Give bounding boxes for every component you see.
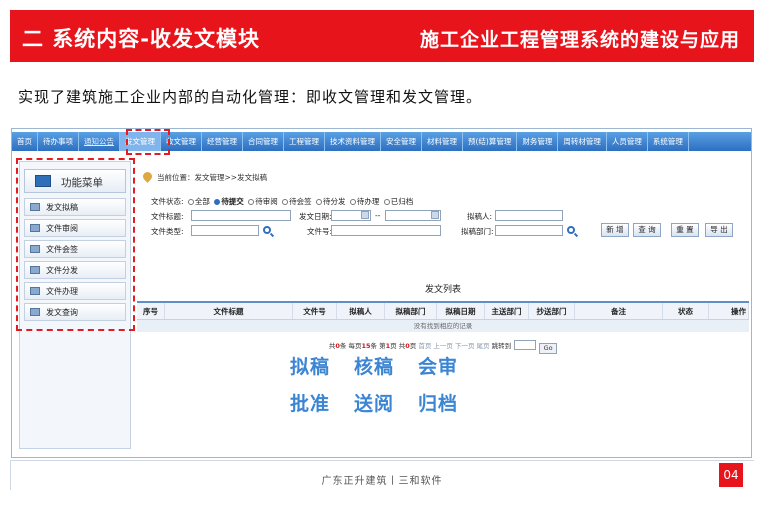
list-title: 发文列表 [424,285,461,295]
menu-item-finance[interactable]: 财务管理 [517,132,559,151]
column-header: 状态 [663,303,709,319]
menu-item-safety[interactable]: 安全管理 [381,132,422,151]
workflow-row: 批准 送阅 归档 [290,389,490,426]
column-header: 备注 [575,303,663,319]
pager-nav-links[interactable]: 首页 上一页 下一页 尾页 [416,342,491,350]
pager-text: 共 [396,342,406,350]
status-radio-pending-submit[interactable] [214,199,221,205]
column-header: 文件号 [293,303,337,319]
query-button[interactable]: 查 询 [633,223,661,237]
breadcrumb-text: 当前位置：发文管理>>发文拟稿 [157,173,268,182]
reset-button[interactable]: 重 置 [671,223,699,237]
pager-jump-label: 跳转到 [491,342,512,350]
footer-divider [10,460,754,461]
menu-item-budget[interactable]: 预(结)算管理 [463,132,518,151]
menu-item-project[interactable]: 工程管理 [284,132,325,151]
menu-item-notice[interactable]: 通知公告 [79,132,120,151]
step-archive: 归档 [418,393,459,415]
column-header: 拟稿日期 [437,303,485,319]
export-button[interactable]: 导 出 [705,223,733,237]
section-title: 二 系统内容-收发文模块 [22,27,261,51]
status-label: 文件状态: [151,197,184,206]
title-input[interactable] [191,210,291,221]
number-label: 文件号: [307,227,333,236]
slide: 二 系统内容-收发文模块 施工企业工程管理系统的建设与应用 实现了建筑施工企业内… [0,0,764,508]
empty-row: 没有找到相应的记录 [137,320,749,332]
status-radio-all[interactable] [187,199,194,205]
menu-item-turnover[interactable]: 周转材管理 [558,132,607,151]
workflow-row: 拟稿 核稿 会审 [290,352,490,389]
title-label: 文件标题: [151,212,184,221]
go-button[interactable]: Go [539,343,558,354]
step-approve: 批准 [290,393,331,415]
header-bar: 二 系统内容-收发文模块 施工企业工程管理系统的建设与应用 [10,10,754,62]
pager-jump-input[interactable] [514,340,537,350]
table-header: 序号 文件标题 文件号 拟稿人 拟稿部门 拟稿日期 主送部门 抄送部门 备注 状… [137,301,749,320]
top-menu-bar: 首页 待办事项 通知公告 发文管理 收文管理 经营管理 合同管理 工程管理 技术… [12,132,751,151]
status-radio-pending-process[interactable] [349,199,356,205]
dept-label: 拟稿部门: [461,227,494,236]
pin-icon [141,170,154,183]
status-option: 待分发 [322,197,346,206]
menu-item-home[interactable]: 首页 [12,132,38,151]
status-radio-pending-distribute[interactable] [315,199,322,205]
date-separator: -- [375,211,381,220]
pager-text: 每页 [346,342,362,350]
highlight-function-menu [16,158,135,331]
type-input[interactable] [191,225,259,236]
calendar-icon[interactable] [361,211,369,219]
step-circulate: 送阅 [354,393,395,415]
column-header: 操作 [709,303,749,319]
footer-text: 广东正升建筑丨三和软件 [321,476,443,487]
slide-title: 施工企业工程管理系统的建设与应用 [419,29,740,51]
column-header: 主送部门 [485,303,529,319]
step-draft: 拟稿 [290,356,331,378]
column-header: 序号 [137,303,165,319]
menu-item-business[interactable]: 经营管理 [202,132,243,151]
calendar-icon[interactable] [431,211,439,219]
column-header: 抄送部门 [529,303,575,319]
status-option: 待办理 [356,197,380,206]
status-option: 待会签 [289,197,312,206]
date-label: 发文日期: [299,212,332,221]
status-option: 全部 [194,197,210,206]
menu-item-techdocs[interactable]: 技术资料管理 [325,132,381,151]
dept-input[interactable] [495,225,563,236]
workflow-steps: 拟稿 核稿 会审 批准 送阅 归档 [290,352,490,426]
highlight-outgoing-tab [126,129,170,155]
column-header: 拟稿部门 [385,303,437,319]
status-option: 待提交 [221,197,244,206]
number-input[interactable] [331,225,441,236]
page-number: 04 [719,463,743,487]
column-header: 文件标题 [165,303,293,319]
menu-item-system[interactable]: 系统管理 [648,132,689,151]
drafter-input[interactable] [495,210,563,221]
status-filter: 文件状态: 全部 待提交 待审阅 待会签 待分发 待办理 已归档 [151,196,413,207]
pager-text: 第 [377,342,386,350]
pager-per-page: 15 [361,342,371,350]
status-radio-pending-review[interactable] [248,199,255,205]
breadcrumb: 当前位置：发文管理>>发文拟稿 [141,170,268,183]
status-radio-pending-countersign[interactable] [282,199,289,205]
menu-item-material[interactable]: 材料管理 [422,132,463,151]
type-label: 文件类型: [151,227,184,236]
intro-text: 实现了建筑施工企业内部的自动化管理：即收文管理和发文管理。 [18,88,483,106]
status-option: 已归档 [390,197,414,206]
status-radio-archived[interactable] [383,199,390,205]
step-check: 核稿 [354,356,395,378]
outgoing-doc-table: 序号 文件标题 文件号 拟稿人 拟稿部门 拟稿日期 主送部门 抄送部门 备注 状… [137,301,749,332]
column-header: 拟稿人 [337,303,385,319]
status-option: 待审阅 [255,197,278,206]
add-button[interactable]: 新 增 [601,223,629,237]
menu-item-staff[interactable]: 人员管理 [607,132,648,151]
search-icon[interactable] [567,226,575,234]
menu-item-todo[interactable]: 待办事项 [38,132,79,151]
menu-item-contract[interactable]: 合同管理 [243,132,284,151]
step-joint-review: 会审 [418,356,459,378]
drafter-label: 拟稿人: [467,212,493,221]
search-icon[interactable] [263,226,271,234]
